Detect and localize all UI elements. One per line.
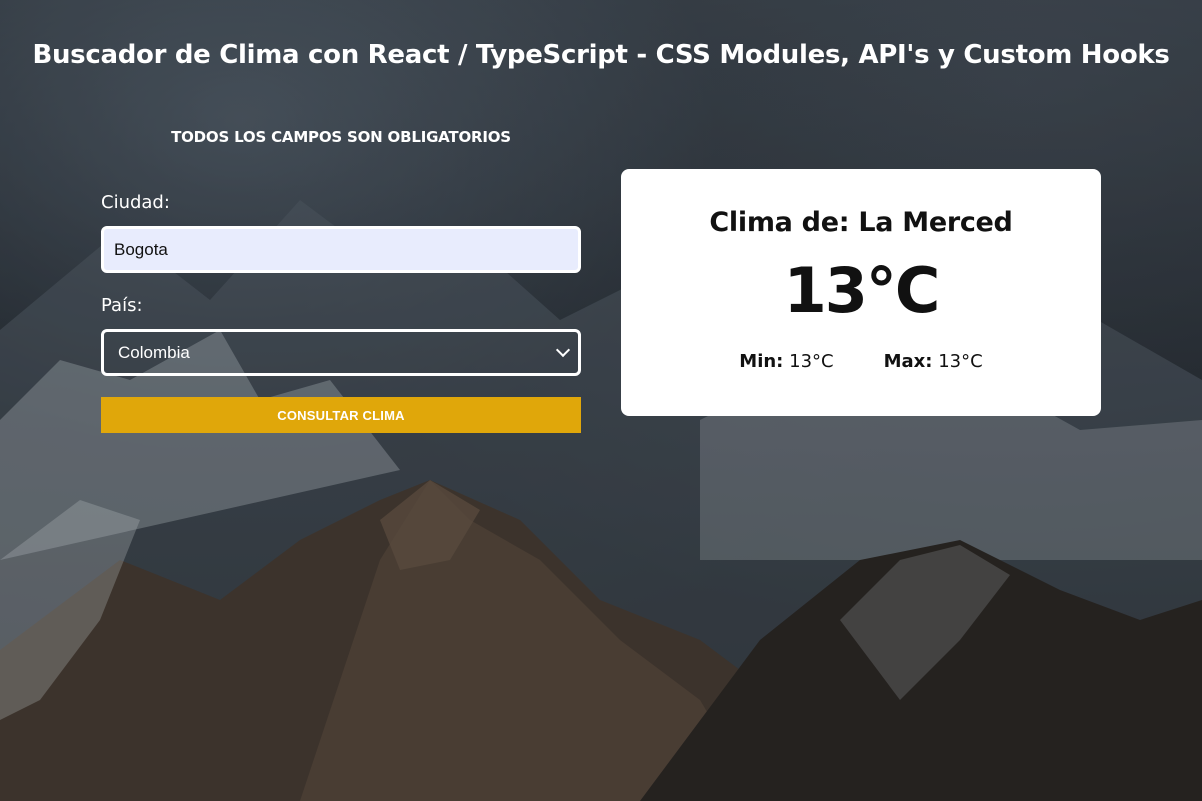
city-input-value: Bogota xyxy=(114,239,168,259)
page-title: Buscador de Clima con React / TypeScript… xyxy=(32,40,1170,70)
country-label: País: xyxy=(101,295,143,316)
max-value: 13°C xyxy=(938,351,983,372)
temperature-range: Min: 13°C Max: 13°C xyxy=(621,351,1101,372)
weather-result-card: Clima de: La Merced 13°C Min: 13°C Max: … xyxy=(621,169,1101,416)
chevron-down-icon xyxy=(555,342,571,358)
city-input[interactable]: Bogota xyxy=(101,226,581,273)
max-temperature: Max: 13°C xyxy=(884,351,983,372)
country-select-value: Colombia xyxy=(118,342,190,362)
city-label: Ciudad: xyxy=(101,192,170,213)
min-value: 13°C xyxy=(789,351,834,372)
current-temperature: 13°C xyxy=(783,254,941,327)
result-title: Clima de: La Merced xyxy=(709,207,1013,238)
submit-button[interactable]: CONSULTAR CLIMA xyxy=(101,397,581,433)
required-fields-notice: TODOS LOS CAMPOS SON OBLIGATORIOS xyxy=(171,128,511,146)
min-label: Min: xyxy=(739,351,784,372)
min-temperature: Min: 13°C xyxy=(739,351,833,372)
max-label: Max: xyxy=(883,351,933,372)
weather-search-form: TODOS LOS CAMPOS SON OBLIGATORIOS Ciudad… xyxy=(101,128,581,433)
country-select[interactable]: Colombia xyxy=(101,329,581,376)
